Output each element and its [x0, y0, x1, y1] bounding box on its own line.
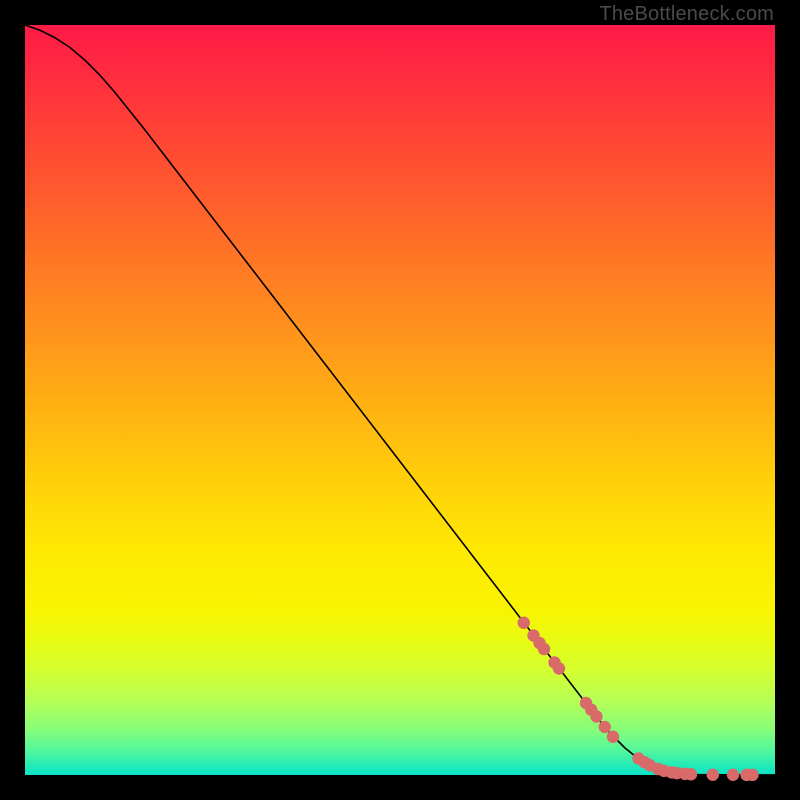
data-point — [685, 768, 697, 780]
data-point — [599, 721, 611, 733]
data-point — [707, 769, 719, 781]
data-point — [538, 643, 550, 655]
data-point — [553, 662, 565, 674]
curve-path — [25, 25, 775, 775]
watermark-text: TheBottleneck.com — [599, 3, 774, 26]
chart-svg — [25, 25, 775, 775]
plot-area — [25, 25, 775, 775]
data-markers — [518, 617, 759, 782]
data-point — [727, 769, 739, 781]
data-point — [746, 769, 758, 781]
data-point — [607, 731, 619, 743]
data-point — [590, 710, 602, 722]
data-point — [518, 617, 530, 629]
chart-frame: TheBottleneck.com — [0, 0, 800, 800]
